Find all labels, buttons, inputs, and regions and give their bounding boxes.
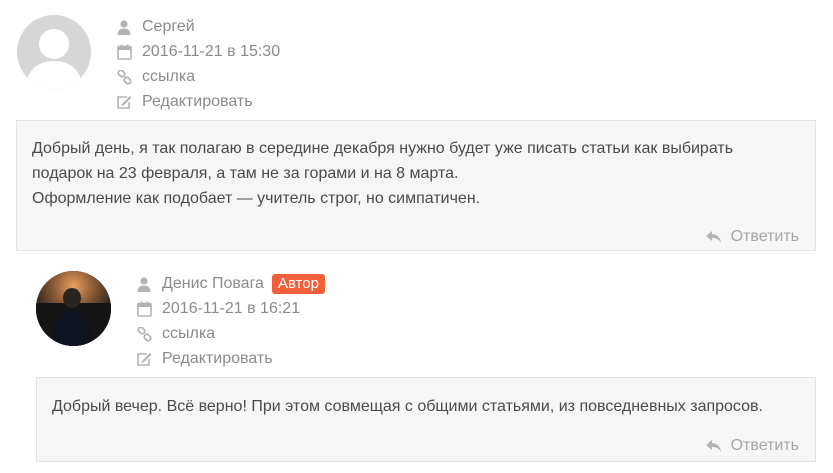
- edit-icon: [116, 94, 132, 110]
- comment-text-line: Добрый вечер. Всё верно! При этом совмещ…: [52, 398, 763, 415]
- comment-text-line: Добрый день, я так полагаю в середине де…: [32, 140, 734, 157]
- calendar-icon: [136, 301, 152, 317]
- comment-author: Денис Повага: [162, 275, 264, 292]
- reply-icon: [705, 439, 722, 453]
- comment-text-line: подарок на 23 февраля, а там не за горам…: [32, 165, 459, 182]
- link-icon: [116, 69, 132, 85]
- comment-text: Добрый день, я так полагаю в середине де…: [32, 136, 733, 211]
- link-icon: [136, 326, 152, 342]
- comment-date-row: 2016-11-21 в 16:21: [136, 298, 300, 320]
- reply-label: Ответить: [730, 437, 799, 454]
- reply-button[interactable]: Ответить: [705, 228, 799, 246]
- comment-link-row[interactable]: ссылка: [116, 66, 195, 88]
- comment-date: 2016-11-21 в 16:21: [162, 300, 301, 317]
- comment-text-line: Оформление как подобает — учитель строг,…: [32, 190, 481, 207]
- author-badge: Автор: [271, 274, 325, 294]
- reply-icon: [705, 230, 722, 244]
- avatar-photo: [36, 271, 111, 346]
- calendar-icon: [116, 44, 132, 60]
- avatar-default: [17, 15, 91, 89]
- comment-edit-row[interactable]: Редактировать: [116, 91, 253, 113]
- user-icon: [116, 19, 132, 35]
- comment-author-row: Сергей: [116, 16, 195, 38]
- edit-icon: [136, 351, 152, 367]
- comment-permalink[interactable]: ссылка: [162, 325, 215, 343]
- reply-button[interactable]: Ответить: [705, 437, 799, 455]
- comment-author-row: Денис Повага Автор: [136, 273, 325, 295]
- comment-edit-row[interactable]: Редактировать: [136, 348, 273, 370]
- comment-date-row: 2016-11-21 в 15:30: [116, 41, 280, 63]
- comment-text: Добрый вечер. Всё верно! При этом совмещ…: [52, 394, 763, 419]
- comment-edit-link[interactable]: Редактировать: [162, 350, 273, 368]
- reply-label: Ответить: [730, 228, 799, 245]
- comment-body: Добрый вечер. Всё верно! При этом совмещ…: [36, 377, 816, 462]
- comment-permalink[interactable]: ссылка: [142, 68, 195, 86]
- comment-link-row[interactable]: ссылка: [136, 323, 215, 345]
- user-icon: [136, 276, 152, 292]
- comment-date: 2016-11-21 в 15:30: [142, 43, 281, 60]
- comment-edit-link[interactable]: Редактировать: [142, 93, 253, 111]
- comment-author: Сергей: [142, 18, 195, 35]
- comment-body: Добрый день, я так полагаю в середине де…: [16, 120, 816, 251]
